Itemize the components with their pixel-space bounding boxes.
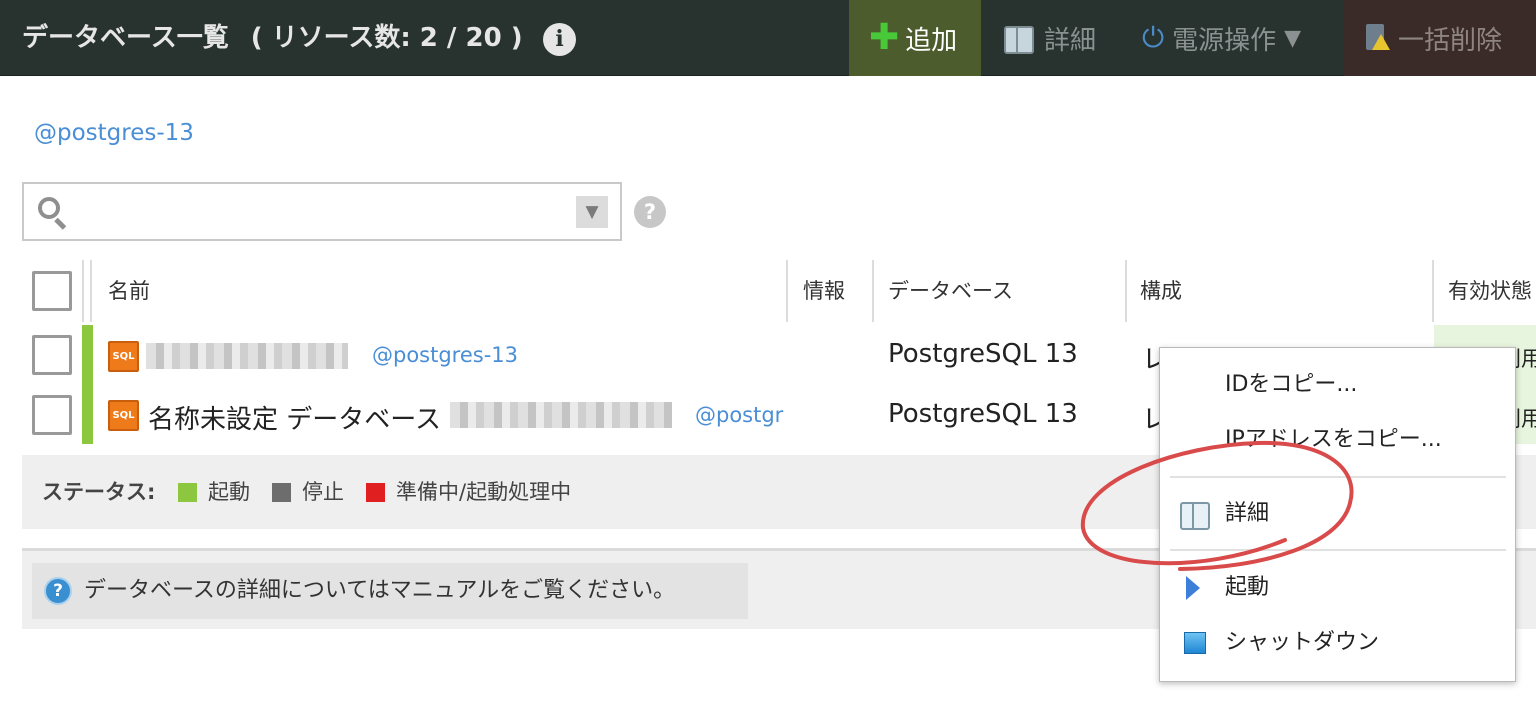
book-icon [1004,26,1034,54]
menu-separator [1170,549,1506,551]
add-button-label: 追加 [905,25,958,56]
row-tag-link[interactable]: @postgres-13 [372,343,518,367]
menu-item-copy-ip[interactable]: IPアドレスをコピー... [1160,414,1515,466]
row-checkbox[interactable] [32,335,72,375]
menu-item-label: IDをコピー... [1225,372,1358,397]
question-icon: ? [44,577,72,605]
menu-item-label: IPアドレスをコピー... [1225,427,1442,452]
page-title-text: データベース一覧 [22,23,229,53]
sql-database-icon: SQL [108,341,139,372]
row-name[interactable]: 名称未設定 データベース [148,399,441,436]
column-divider [872,260,874,322]
column-header-info[interactable]: 情報 [803,260,845,322]
resource-count: ( リソース数: 2 / 20 ) [250,23,523,53]
column-divider [1432,260,1434,322]
table-header: 名前 情報 データベース 構成 有効状態 [22,260,1536,322]
bulk-delete-label: 一括削除 [1398,25,1503,56]
legend-swatch-preparing [366,483,385,502]
row-checkbox[interactable] [32,395,72,435]
menu-item-copy-id[interactable]: IDをコピー... [1160,359,1515,411]
manual-note: ? データベースの詳細についてはマニュアルをご覧ください。 [32,563,748,619]
column-divider [90,260,92,322]
legend-swatch-stopped [272,483,291,502]
column-divider [1125,260,1127,322]
header-bar: データベース一覧 ( リソース数: 2 / 20 ) i ✚ 追加 詳細 ⏻ 電源… [0,0,1536,76]
search-help-icon[interactable]: ? [634,196,666,228]
power-button-label: 電源操作 [1172,25,1277,56]
legend-text-preparing: 準備中/起動処理中 [396,480,572,504]
page-title: データベース一覧 ( リソース数: 2 / 20 ) [22,0,523,76]
search-dropdown-button[interactable]: ▼ [576,196,608,228]
detail-button-label: 詳細 [1044,25,1097,56]
legend-text-running: 起動 [208,480,250,504]
stop-square-icon [1184,632,1206,654]
book-icon [1180,502,1210,530]
row-database: PostgreSQL 13 [888,399,1078,429]
bulk-delete-button[interactable]: 一括削除 [1344,0,1536,76]
power-icon: ⏻ [1142,21,1165,54]
select-all-checkbox[interactable] [32,271,72,311]
menu-separator [1170,476,1506,478]
legend-label: ステータス: [42,480,156,504]
redacted-name [146,343,348,369]
manual-text[interactable]: データベースの詳細についてはマニュアルをご覧ください。 [84,563,675,619]
column-header-config[interactable]: 構成 [1140,260,1182,322]
power-operation-button[interactable]: ⏻ 電源操作 ▼ [1142,0,1301,76]
chevron-down-icon: ▼ [1284,25,1302,51]
legend-text-stopped: 停止 [302,480,344,504]
play-icon [1186,576,1200,600]
column-divider [82,260,84,322]
trash-warning-icon [1364,24,1390,52]
context-menu: IDをコピー... IPアドレスをコピー... 詳細 起動 シャットダウン [1159,347,1516,682]
menu-item-label: シャットダウン [1225,630,1380,655]
info-icon[interactable]: i [543,23,576,56]
search-icon [38,197,68,230]
menu-item-label: 詳細 [1225,501,1270,526]
column-divider [786,260,788,322]
add-button[interactable]: ✚ 追加 [849,0,981,76]
redacted-id [450,402,672,428]
tag-filter-link[interactable]: @postgres-13 [34,120,194,146]
column-header-name[interactable]: 名前 [108,260,150,322]
detail-button[interactable]: 詳細 [1004,0,1096,76]
column-header-enabled[interactable]: 有効状態 [1448,260,1532,322]
sql-database-icon: SQL [108,400,139,431]
plus-icon: ✚ [869,17,900,58]
legend-swatch-running [178,483,197,502]
menu-item-start[interactable]: 起動 [1160,562,1515,614]
row-database: PostgreSQL 13 [888,339,1078,369]
status-running-bar [82,325,93,444]
search-input[interactable]: ▼ [22,182,622,241]
row-tag-link[interactable]: @postgr [695,403,783,427]
menu-item-label: 起動 [1225,575,1270,600]
menu-item-detail[interactable]: 詳細 [1160,488,1515,540]
column-header-database[interactable]: データベース [888,260,1013,322]
menu-item-shutdown[interactable]: シャットダウン [1160,617,1515,669]
